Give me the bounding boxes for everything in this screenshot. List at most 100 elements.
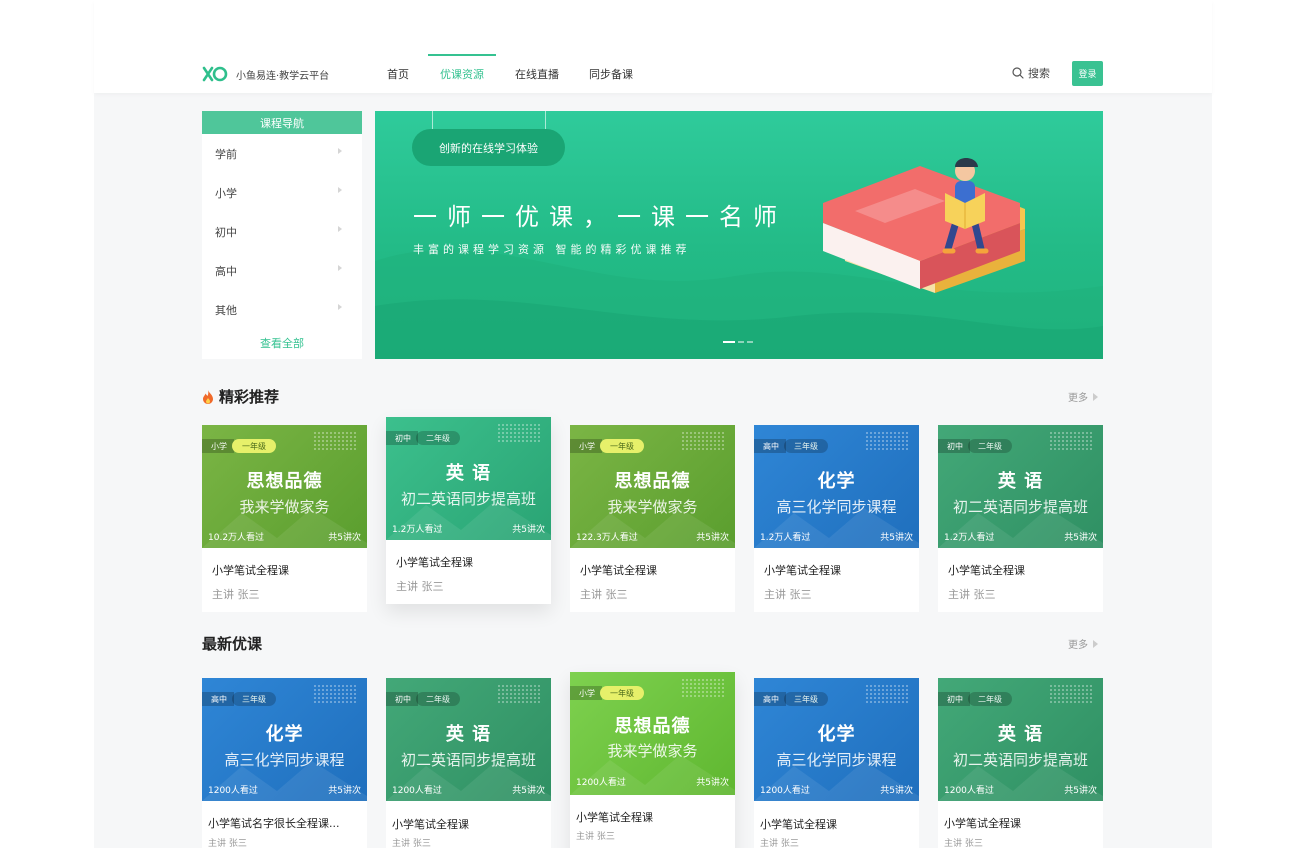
lesson-count: 共5讲次 bbox=[880, 533, 913, 543]
course-teacher: 主讲 张三 bbox=[764, 588, 812, 601]
course-topic: 我来学做家务 bbox=[607, 498, 698, 516]
course-nav-item-other[interactable]: 其他 bbox=[202, 290, 362, 329]
dot-pattern bbox=[1049, 684, 1093, 704]
view-all-link[interactable]: 查看全部 bbox=[202, 335, 362, 351]
hero-banner[interactable]: 创新的在线学习体验 一师一优课，一课一名师 丰富的课程学习资源 智能的精彩优课推… bbox=[375, 111, 1103, 359]
course-subject: 英 语 bbox=[445, 463, 492, 484]
view-count: 1.2万人看过 bbox=[944, 533, 995, 543]
level-tag: 初中 bbox=[938, 439, 970, 453]
course-teacher: 主讲 张三 bbox=[948, 588, 996, 601]
dot-pattern bbox=[497, 423, 541, 443]
section-title-text: 最新优课 bbox=[202, 635, 263, 653]
lesson-count: 共5讲次 bbox=[696, 778, 729, 788]
course-thumbnail: 小学 一年级 思想品德 我来学做家务 1200人看过 共5讲次 bbox=[570, 672, 735, 795]
search-icon bbox=[1012, 67, 1024, 79]
nav-live[interactable]: 在线直播 bbox=[515, 66, 559, 82]
course-topic: 初二英语同步提高班 bbox=[400, 490, 536, 508]
chevron-right-icon bbox=[338, 265, 342, 271]
banner-pill: 创新的在线学习体验 bbox=[412, 129, 565, 166]
course-nav-label: 初中 bbox=[215, 225, 237, 239]
carousel-dot[interactable] bbox=[738, 341, 744, 343]
course-name: 小学笔试全程课 bbox=[580, 564, 657, 577]
course-card[interactable]: 高中 三年级 化学 高三化学同步课程 1200人看过 共5讲次 小学笔试全程课 主… bbox=[754, 678, 919, 848]
lesson-count: 共5讲次 bbox=[1064, 533, 1097, 543]
course-teacher: 主讲 张三 bbox=[208, 839, 247, 848]
course-tags: 小学 一年级 bbox=[202, 439, 276, 453]
course-thumbnail: 高中 三年级 化学 高三化学同步课程 1200人看过 共5讲次 bbox=[754, 678, 919, 801]
chevron-right-icon bbox=[338, 148, 342, 154]
search-label: 搜索 bbox=[1028, 67, 1050, 80]
dot-pattern bbox=[313, 684, 357, 704]
course-thumbnail: 初中 二年级 英 语 初二英语同步提高班 1.2万人看过 共5讲次 bbox=[386, 417, 551, 540]
course-nav-item-primary[interactable]: 小学 bbox=[202, 173, 362, 212]
section-title-latest: 最新优课 bbox=[202, 633, 262, 654]
course-teacher: 主讲 张三 bbox=[576, 832, 615, 842]
more-link-featured[interactable]: 更多 bbox=[1068, 389, 1098, 404]
course-card[interactable]: 小学 一年级 思想品德 我来学做家务 122.3万人看过 共5讲次 小学笔试全程课… bbox=[570, 425, 735, 612]
banner-subline: 丰富的课程学习资源 智能的精彩优课推荐 bbox=[413, 243, 691, 256]
more-label: 更多 bbox=[1068, 393, 1088, 404]
view-count: 1200人看过 bbox=[392, 786, 442, 796]
course-card[interactable]: 高中 三年级 化学 高三化学同步课程 1200人看过 共5讲次 小学笔试名字很长全… bbox=[202, 678, 367, 848]
grade-tag: 二年级 bbox=[968, 692, 1012, 706]
course-nav-panel: 课程导航 学前 小学 初中 高中 其他 查看全部 bbox=[202, 111, 362, 359]
grade-tag: 一年级 bbox=[600, 686, 644, 700]
course-tags: 高中 三年级 bbox=[754, 439, 828, 453]
course-subject: 思想品德 bbox=[614, 716, 691, 737]
course-name: 小学笔试全程课 bbox=[760, 818, 837, 831]
course-card[interactable]: 小学 一年级 思想品德 我来学做家务 1200人看过 共5讲次 小学笔试全程课 主… bbox=[570, 672, 735, 848]
carousel-dot[interactable] bbox=[723, 341, 735, 343]
course-card[interactable]: 小学 一年级 思想品德 我来学做家务 10.2万人看过 共5讲次 小学笔试全程课 … bbox=[202, 425, 367, 612]
nav-premium-resources[interactable]: 优课资源 bbox=[440, 66, 484, 82]
course-card[interactable]: 初中 二年级 英 语 初二英语同步提高班 1200人看过 共5讲次 小学笔试全程课… bbox=[938, 678, 1103, 848]
course-card[interactable]: 高中 三年级 化学 高三化学同步课程 1.2万人看过 共5讲次 小学笔试全程课 主… bbox=[754, 425, 919, 612]
chevron-right-icon bbox=[338, 304, 342, 310]
more-link-latest[interactable]: 更多 bbox=[1068, 636, 1098, 651]
login-button[interactable]: 登录 bbox=[1072, 61, 1103, 86]
course-name: 小学笔试名字很长全程课... bbox=[208, 817, 340, 830]
pill-string bbox=[432, 111, 433, 129]
course-topic: 高三化学同步课程 bbox=[224, 751, 345, 769]
level-tag: 初中 bbox=[386, 431, 418, 445]
course-subject: 化学 bbox=[817, 724, 856, 745]
dot-pattern bbox=[865, 684, 909, 704]
course-card[interactable]: 初中 二年级 英 语 初二英语同步提高班 1.2万人看过 共5讲次 小学笔试全程课… bbox=[938, 425, 1103, 612]
grade-tag: 一年级 bbox=[600, 439, 644, 453]
course-thumbnail: 高中 三年级 化学 高三化学同步课程 1200人看过 共5讲次 bbox=[202, 678, 367, 801]
logo-icon[interactable] bbox=[202, 64, 228, 84]
course-teacher: 主讲 张三 bbox=[392, 839, 431, 848]
course-nav-item-preschool[interactable]: 学前 bbox=[202, 134, 362, 173]
section-title-text: 精彩推荐 bbox=[219, 388, 280, 406]
course-tags: 小学 一年级 bbox=[570, 686, 644, 700]
course-tags: 初中 二年级 bbox=[938, 439, 1012, 453]
course-subject: 英 语 bbox=[997, 471, 1044, 492]
course-topic: 高三化学同步课程 bbox=[776, 751, 897, 769]
course-nav-item-senior[interactable]: 高中 bbox=[202, 251, 362, 290]
carousel-dot[interactable] bbox=[747, 341, 753, 343]
course-nav-item-junior[interactable]: 初中 bbox=[202, 212, 362, 251]
course-nav-label: 小学 bbox=[215, 186, 237, 200]
level-tag: 小学 bbox=[570, 686, 602, 700]
dot-pattern bbox=[313, 431, 357, 451]
course-subject: 思想品德 bbox=[614, 471, 691, 492]
fire-icon bbox=[203, 389, 213, 404]
chevron-right-icon bbox=[338, 187, 342, 193]
level-tag: 初中 bbox=[938, 692, 970, 706]
course-tags: 初中 二年级 bbox=[386, 692, 460, 706]
more-label: 更多 bbox=[1068, 640, 1088, 651]
carousel-dots bbox=[723, 341, 753, 343]
course-name: 小学笔试全程课 bbox=[948, 564, 1025, 577]
nav-home[interactable]: 首页 bbox=[387, 66, 409, 82]
course-card[interactable]: 初中 二年级 英 语 初二英语同步提高班 1200人看过 共5讲次 小学笔试全程课… bbox=[386, 678, 551, 848]
banner-headline: 一师一优课，一课一名师 bbox=[413, 203, 787, 231]
chevron-right-icon bbox=[338, 226, 342, 232]
course-thumbnail: 小学 一年级 思想品德 我来学做家务 122.3万人看过 共5讲次 bbox=[570, 425, 735, 548]
course-name: 小学笔试全程课 bbox=[576, 811, 653, 824]
view-count: 10.2万人看过 bbox=[208, 533, 265, 543]
nav-lesson-prep[interactable]: 同步备课 bbox=[589, 66, 633, 82]
course-subject: 化学 bbox=[817, 471, 856, 492]
course-card[interactable]: 初中 二年级 英 语 初二英语同步提高班 1.2万人看过 共5讲次 小学笔试全程课… bbox=[386, 417, 551, 604]
dot-pattern bbox=[497, 684, 541, 704]
course-tags: 初中 二年级 bbox=[938, 692, 1012, 706]
search-button[interactable]: 搜索 bbox=[1012, 65, 1050, 81]
